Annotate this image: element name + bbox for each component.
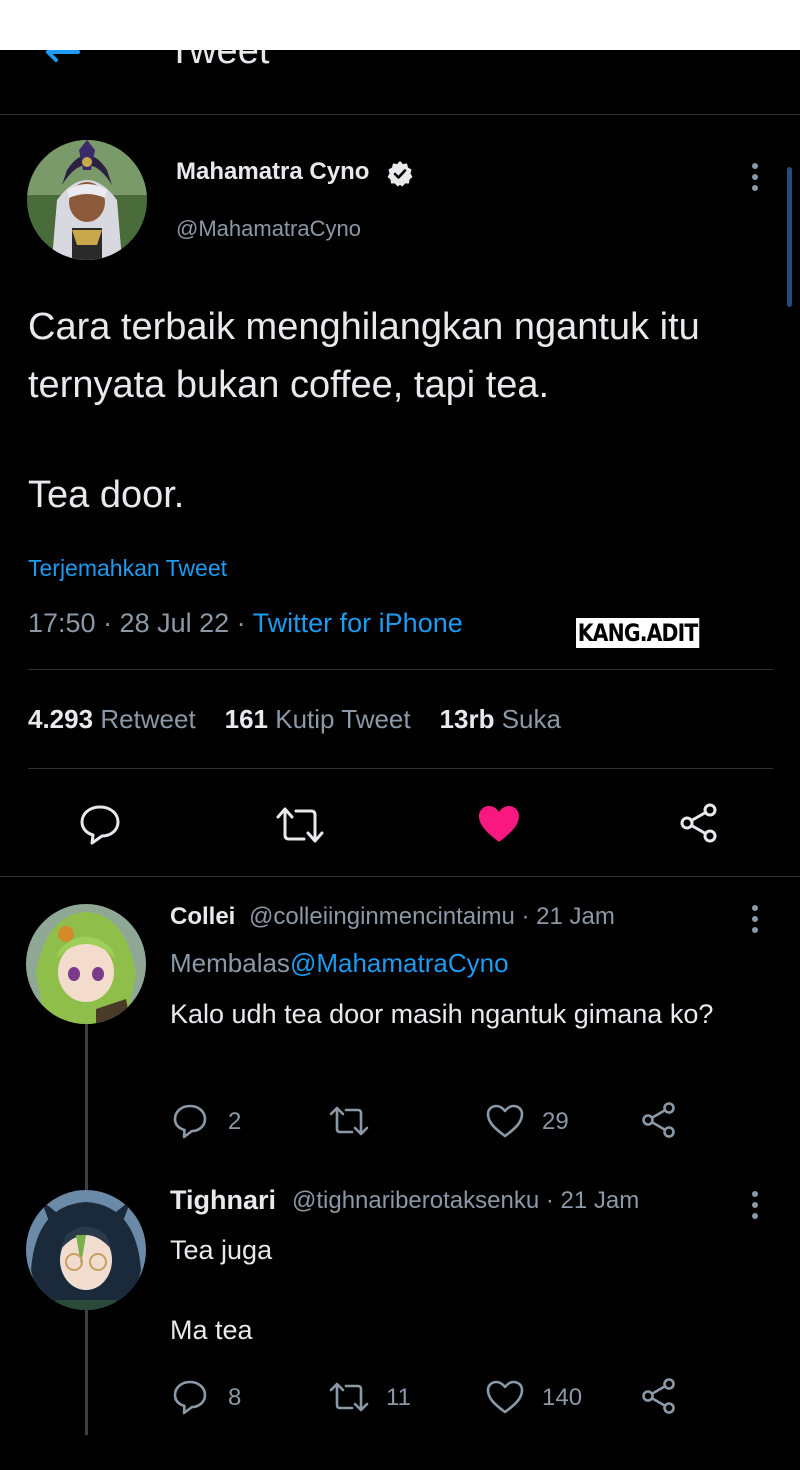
reply-avatar[interactable] — [26, 904, 146, 1024]
author-handle[interactable]: @MahamatraCyno — [176, 216, 361, 242]
translate-tweet-link[interactable]: Terjemahkan Tweet — [28, 555, 227, 582]
reply-icon[interactable] — [172, 1379, 208, 1415]
reply-text-line-2: Ma tea — [170, 1315, 253, 1345]
author-name[interactable]: Mahamatra Cyno — [176, 158, 369, 186]
retweet-count: 11 — [386, 1384, 411, 1411]
like-icon[interactable] — [476, 804, 522, 844]
retweet-icon[interactable] — [328, 1381, 370, 1413]
retweet-stat[interactable]: 4.293 Retweet — [28, 704, 196, 734]
status-bar-area — [0, 0, 800, 50]
like-count: 140 — [542, 1384, 583, 1411]
scrollbar[interactable] — [787, 167, 792, 307]
likes-stat[interactable]: 13rb Suka — [440, 704, 561, 734]
share-icon[interactable] — [640, 1101, 678, 1139]
tweet-stats: 4.293 Retweet 161 Kutip Tweet 13rb Suka — [28, 704, 561, 735]
thread-line — [85, 1020, 88, 1190]
replying-to: Membalas@MahamatraCyno — [170, 948, 509, 979]
tweet-text-paragraph-2: Tea door. — [28, 474, 185, 516]
tweet-timestamp: 17:50 · 28 Jul 22 · — [28, 608, 253, 638]
more-icon[interactable] — [751, 904, 759, 934]
retweet-icon[interactable] — [274, 805, 326, 845]
thread-line — [85, 1305, 88, 1435]
reply-text: Kalo udh tea door masih ngantuk gimana k… — [170, 999, 714, 1029]
tweet-source-link[interactable]: Twitter for iPhone — [253, 608, 463, 638]
app-header: Tweet — [0, 50, 800, 115]
author-avatar[interactable] — [27, 140, 147, 260]
cyno-avatar-image — [27, 140, 147, 260]
divider — [28, 669, 773, 670]
share-icon[interactable] — [640, 1377, 678, 1415]
collei-avatar-image — [26, 904, 146, 1024]
tighnari-avatar-image — [26, 1190, 146, 1310]
reply-count: 2 — [228, 1108, 242, 1135]
reply-icon[interactable] — [78, 803, 122, 845]
quote-tweet-stat[interactable]: 161 Kutip Tweet — [225, 704, 411, 734]
divider — [28, 768, 773, 769]
tweet-meta: 17:50 · 28 Jul 22 · Twitter for iPhone — [28, 608, 463, 639]
tweet-text-paragraph-1: Cara terbaik menghilangkan ngantuk itu t… — [28, 306, 700, 406]
watermark: KANG.ADIT — [576, 618, 700, 648]
divider — [0, 876, 800, 877]
reply-icon[interactable] — [172, 1103, 208, 1139]
reply-author-handle[interactable]: @tighnariberotaksenku · 21 Jam — [292, 1187, 639, 1215]
share-icon[interactable] — [678, 802, 720, 844]
reply-avatar[interactable] — [26, 1190, 146, 1310]
reply-author-name[interactable]: Tighnari — [170, 1185, 276, 1216]
tweet-text: Cara terbaik menghilangkan ngantuk itu t… — [28, 298, 788, 524]
back-arrow-icon[interactable] — [42, 50, 82, 70]
more-icon[interactable] — [751, 162, 759, 192]
more-icon[interactable] — [751, 1190, 759, 1220]
like-count: 29 — [542, 1108, 569, 1135]
replying-to-prefix: Membalas — [170, 948, 290, 978]
verified-badge-icon — [387, 161, 413, 187]
reply-count: 8 — [228, 1384, 242, 1411]
replying-to-link[interactable]: @MahamatraCyno — [290, 948, 509, 978]
reply-author-name[interactable]: Collei — [170, 903, 235, 931]
like-icon[interactable] — [486, 1104, 524, 1138]
like-icon[interactable] — [486, 1380, 524, 1414]
retweet-icon[interactable] — [328, 1105, 370, 1137]
page-title: Tweet — [168, 50, 270, 72]
reply-text-line-1: Tea juga — [170, 1235, 273, 1265]
reply-author-handle[interactable]: @colleiinginmencintaimu · 21 Jam — [249, 903, 615, 931]
